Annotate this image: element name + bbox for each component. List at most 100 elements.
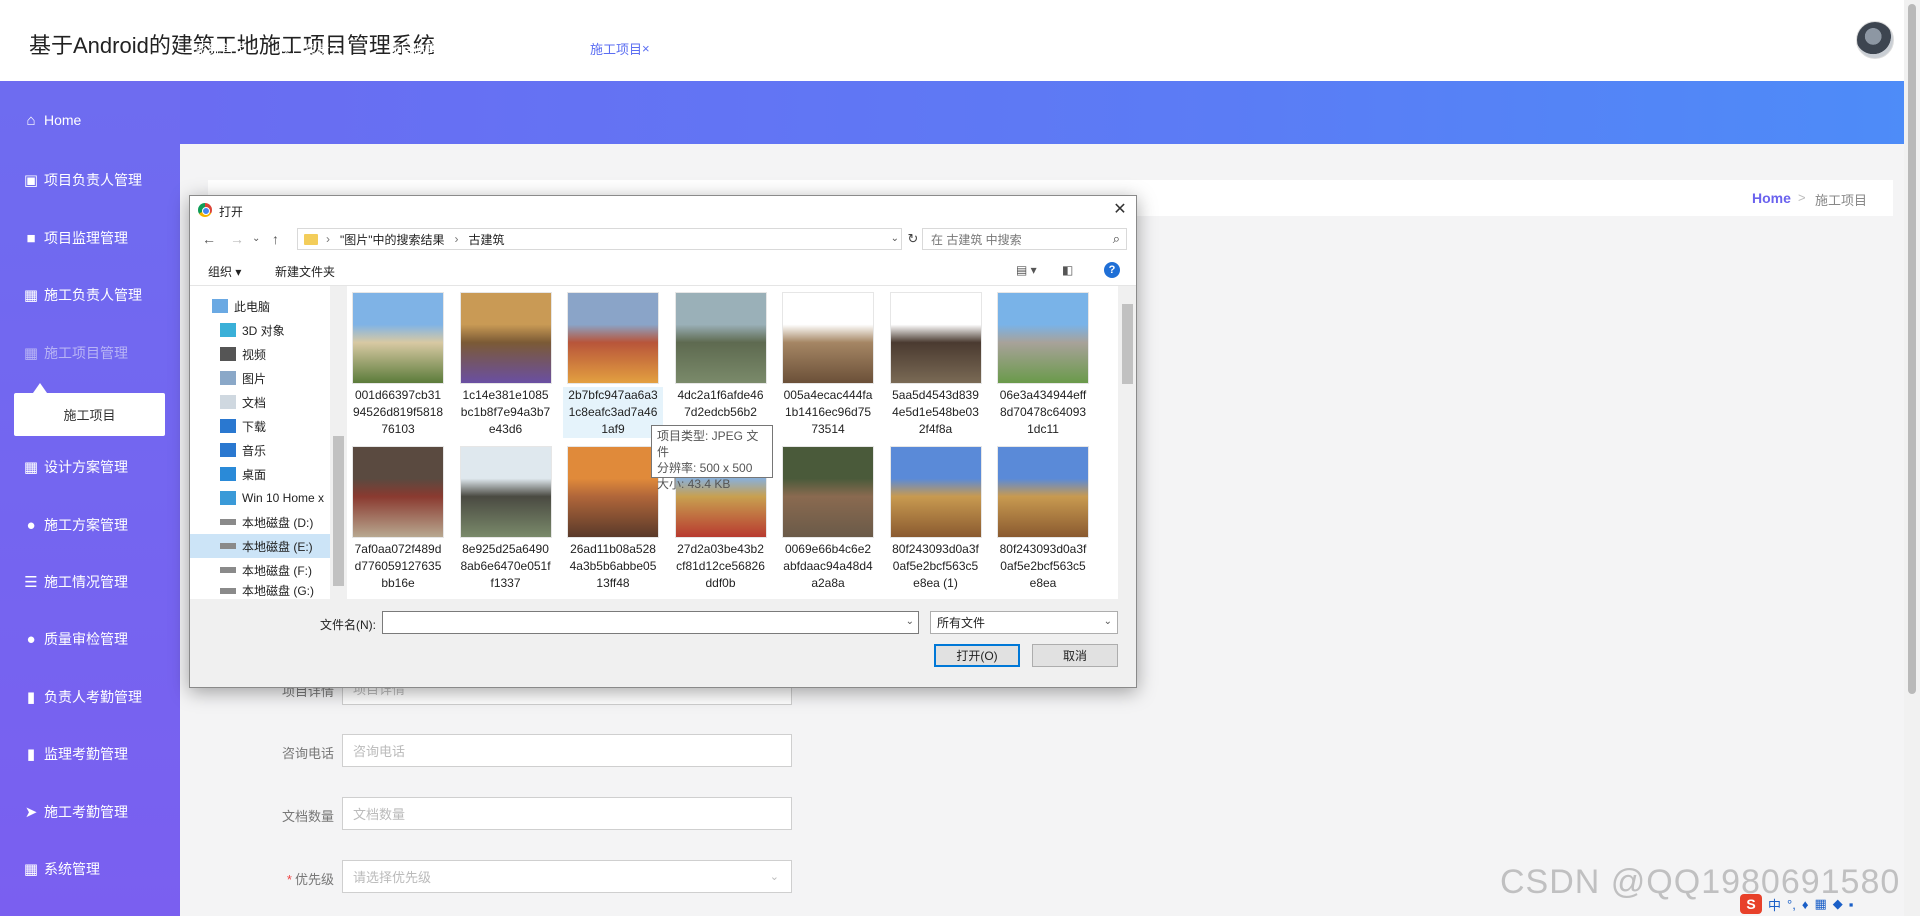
nav-item[interactable]: 3D 对象	[190, 318, 330, 342]
doc-count-input[interactable]: 文档数量	[342, 797, 792, 830]
tab-home[interactable]: 系统首页	[183, 33, 259, 63]
sidebar-item-supervisor-attendance[interactable]: ▮ 监理考勤管理	[0, 734, 180, 774]
sidebar-item-construction-attendance[interactable]: ➤ 施工考勤管理	[0, 792, 180, 832]
close-icon[interactable]: ×	[439, 41, 447, 56]
file-item[interactable]: 005a4ecac444fa1b1416ec96d7573514	[778, 292, 878, 438]
preview-pane-icon[interactable]: ◧	[1062, 263, 1073, 277]
file-item[interactable]: 80f243093d0a3f0af5e2bcf563c5e8ea	[993, 446, 1093, 592]
file-item[interactable]: 5aa5d4543d8394e5d1e548be032f4f8a	[886, 292, 986, 438]
close-icon[interactable]: ✕	[1110, 200, 1130, 220]
nav-item[interactable]: 视频	[190, 342, 330, 366]
sidebar-item-system[interactable]: ▦ 系统管理	[0, 849, 180, 889]
nav-item[interactable]: 桌面	[190, 462, 330, 486]
microphone-icon[interactable]: ♦	[1802, 897, 1809, 912]
sidebar-item-construction-leader[interactable]: ▦ 施工负责人管理	[0, 275, 180, 315]
tab-project-leader[interactable]: 项目负责人 ×	[266, 33, 363, 63]
cube-icon	[220, 323, 236, 337]
page-scrollbar-thumb[interactable]	[1908, 4, 1916, 694]
sidebar-subitem-construction-project[interactable]: 施工项目	[14, 393, 165, 436]
bulb-icon: ●	[26, 630, 36, 648]
file-item[interactable]: 7af0aa072f489dd776059127635bb16e	[348, 446, 448, 592]
sidebar-item-supervisor[interactable]: ■ 项目监理管理	[0, 218, 180, 258]
breadcrumb-home[interactable]: Home	[1752, 190, 1791, 206]
sidebar-item-design-plan[interactable]: ▦ 设计方案管理	[0, 447, 180, 487]
skin-icon[interactable]: ◆	[1833, 896, 1843, 912]
address-bar[interactable]: › "图片"中的搜索结果 › 古建筑 ⌄	[297, 228, 902, 250]
file-item[interactable]: 001d66397cb3194526d819f581876103	[348, 292, 448, 438]
briefcase-icon: ■	[26, 229, 36, 247]
sidebar-item-construction-status[interactable]: ☰ 施工情况管理	[0, 562, 180, 602]
chevron-down-icon[interactable]: ⌄	[906, 616, 914, 627]
cancel-button[interactable]: 取消	[1032, 644, 1118, 667]
sidebar-item-home[interactable]: ⌂ Home	[0, 100, 180, 140]
nav-item[interactable]: 下载	[190, 414, 330, 438]
avatar[interactable]	[1856, 21, 1894, 59]
filename-input[interactable]: ⌄	[382, 611, 919, 634]
view-options-icon[interactable]: ▤ ▾	[1016, 263, 1037, 277]
up-arrow-icon[interactable]: ↑	[272, 231, 279, 247]
nav-item[interactable]: 本地磁盘 (G:)	[190, 582, 330, 599]
download-icon	[220, 419, 236, 433]
drive-icon	[220, 543, 236, 549]
file-item[interactable]: 26ad11b08a5284a3b5b6abbe0513ff48	[563, 446, 663, 592]
file-name: 27d2a03be43b2cf81d12ce56826ddf0b	[676, 542, 765, 590]
chevron-down-icon[interactable]: ⌄	[891, 233, 899, 244]
sidebar-item-quality-check[interactable]: ● 质量审检管理	[0, 619, 180, 659]
organize-button[interactable]: 组织 ▾	[208, 263, 241, 280]
nav-item[interactable]: 文档	[190, 390, 330, 414]
sidebar-item-project-leader[interactable]: ▣ 项目负责人管理	[0, 160, 180, 200]
new-folder-button[interactable]: 新建文件夹	[275, 263, 335, 280]
file-item[interactable]: 2b7bfc947aa6a31c8eafc3ad7a461af9	[563, 292, 663, 438]
file-item[interactable]: 4dc2a1f6afde467d2edcb56b2	[671, 292, 771, 421]
file-item[interactable]: 0069e66b4c6e2abfdaac94a48d4a2a8a	[778, 446, 878, 592]
nav-item[interactable]: 此电脑	[190, 294, 330, 318]
search-placeholder: 在 古建筑 中搜索	[931, 232, 1022, 247]
nav-item[interactable]: 本地磁盘 (D:)	[190, 510, 330, 534]
nav-item[interactable]: 图片	[190, 366, 330, 390]
book-icon: ▮	[26, 689, 36, 706]
open-button[interactable]: 打开(O)	[934, 644, 1020, 667]
search-input[interactable]: 在 古建筑 中搜索 ⌕	[922, 228, 1127, 250]
file-item[interactable]: 80f243093d0a3f0af5e2bcf563c5e8ea (1)	[886, 446, 986, 592]
ime-mode[interactable]: 中	[1768, 895, 1781, 914]
close-icon[interactable]: ×	[642, 41, 650, 56]
sidebar-item-construction-project[interactable]: ▦ 施工项目管理	[0, 333, 180, 373]
path-segment[interactable]: 古建筑	[469, 231, 505, 248]
recent-chevron-icon[interactable]: ⌄	[252, 233, 260, 244]
file-name: 80f243093d0a3f0af5e2bcf563c5e8ea (1)	[892, 542, 979, 590]
tab-construction-leader[interactable]: 施工负责人 ×	[471, 33, 568, 63]
tab-design-plan[interactable]: 设计方案 ×	[676, 33, 760, 63]
close-icon[interactable]: ×	[343, 41, 351, 56]
keyboard-icon[interactable]: ▦	[1814, 896, 1826, 912]
tab-construction-project[interactable]: 施工项目 ×	[578, 33, 662, 63]
nav-scrollbar-thumb[interactable]	[333, 436, 344, 586]
help-icon[interactable]: ?	[1104, 262, 1120, 278]
nav-item[interactable]: Win 10 Home x	[190, 486, 330, 510]
nav-item[interactable]: 本地磁盘 (F:)	[190, 558, 330, 582]
user-icon: ●	[26, 516, 36, 534]
filetype-select[interactable]: 所有文件 ⌄	[930, 611, 1118, 634]
file-item[interactable]: 8e925d25a64908ab6e6470e051ff1337	[456, 446, 556, 592]
refresh-icon[interactable]: ↻	[903, 229, 923, 249]
sidebar-item-construction-plan[interactable]: ● 施工方案管理	[0, 505, 180, 545]
nav-item[interactable]: 音乐	[190, 438, 330, 462]
nav-item[interactable]: 本地磁盘 (E:)	[190, 534, 330, 558]
file-scrollbar-thumb[interactable]	[1122, 304, 1133, 384]
close-icon[interactable]: ×	[740, 41, 748, 56]
back-arrow-icon[interactable]: ←	[202, 231, 216, 247]
tools-icon[interactable]: ▪	[1849, 897, 1854, 912]
path-segment[interactable]: "图片"中的搜索结果	[340, 231, 445, 248]
tab-supervisor[interactable]: 项目监理 ×	[375, 33, 459, 63]
sidebar-item-label: 项目监理管理	[44, 230, 128, 246]
ime-toolbar[interactable]: S 中 °, ♦ ▦ ◆ ▪	[1740, 893, 1904, 915]
file-item[interactable]: 1c14e381e1085bc1b8f7e94a3b7e43d6	[456, 292, 556, 438]
punctuation-icon[interactable]: °,	[1787, 897, 1796, 912]
sidebar-item-leader-attendance[interactable]: ▮ 负责人考勤管理	[0, 677, 180, 717]
nav-label: 下载	[242, 419, 267, 434]
file-item[interactable]: 06e3a434944eff8d70478c640931dc11	[993, 292, 1093, 438]
image-thumbnail	[889, 292, 982, 384]
forward-arrow-icon[interactable]: →	[230, 231, 244, 247]
close-icon[interactable]: ×	[548, 41, 556, 56]
priority-select[interactable]: 请选择优先级 ⌄	[342, 860, 792, 893]
phone-input[interactable]: 咨询电话	[342, 734, 792, 767]
